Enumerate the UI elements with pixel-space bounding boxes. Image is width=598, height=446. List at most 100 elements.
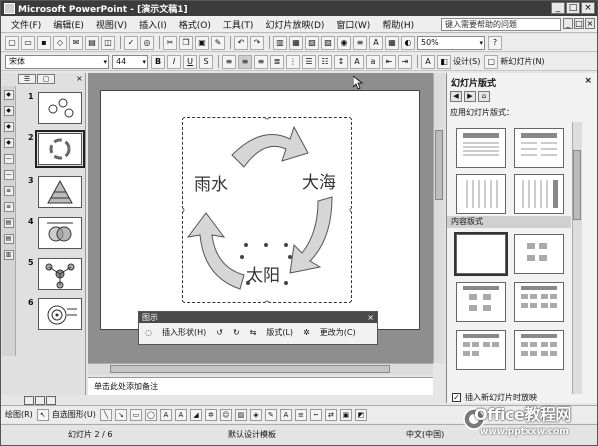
tool-icon[interactable]: ▤ bbox=[3, 234, 14, 244]
maximize-button[interactable]: □ bbox=[566, 2, 580, 14]
print-preview-icon[interactable]: ◫ bbox=[101, 35, 115, 50]
rectangle-icon[interactable]: ▭ bbox=[129, 408, 142, 421]
cut-icon[interactable]: ✂ bbox=[163, 35, 177, 50]
diagram-icon[interactable]: ✲ bbox=[204, 408, 217, 421]
menu-view[interactable]: 视图(V) bbox=[90, 18, 133, 31]
thumbnail-slide-1[interactable]: 1 bbox=[28, 92, 82, 124]
diagram-label-rain[interactable]: 雨水 bbox=[194, 170, 228, 195]
layout-button[interactable]: 版式(L) bbox=[262, 326, 297, 339]
reverse-diagram-icon[interactable]: ⇆ bbox=[246, 327, 261, 338]
format-painter-icon[interactable]: ✎ bbox=[211, 35, 225, 50]
slideshow-view-icon[interactable] bbox=[46, 396, 56, 405]
select-objects-icon[interactable]: ↖ bbox=[36, 408, 49, 421]
copy-icon[interactable]: ❐ bbox=[179, 35, 193, 50]
slides-tab[interactable]: ▢ bbox=[37, 74, 55, 84]
layout-title-and-text[interactable] bbox=[456, 128, 506, 168]
grid-icon[interactable]: ▦ bbox=[385, 35, 399, 50]
fill-color-icon[interactable]: ◈ bbox=[249, 408, 262, 421]
menu-window[interactable]: 窗口(W) bbox=[330, 18, 376, 31]
diagram-toolbar-header[interactable]: 图示 × bbox=[139, 312, 377, 323]
thumbnail-slide-4[interactable]: 4 bbox=[28, 217, 82, 249]
insert-shape-icon[interactable]: ◌ bbox=[141, 327, 156, 338]
vertical-scroll-thumb[interactable] bbox=[435, 130, 443, 200]
font-color-icon[interactable]: A bbox=[279, 408, 292, 421]
menu-tools[interactable]: 工具(T) bbox=[217, 18, 260, 31]
menu-file[interactable]: 文件(F) bbox=[5, 18, 47, 31]
doc-minimize-button[interactable]: _ bbox=[563, 18, 573, 29]
draw-menu-button[interactable]: 绘图(R) bbox=[5, 409, 33, 420]
slide-sorter-icon[interactable] bbox=[35, 396, 45, 405]
expand-all-icon[interactable]: ≡ bbox=[353, 35, 367, 50]
layout-title-four-content[interactable] bbox=[514, 330, 564, 370]
home-icon[interactable]: ⌂ bbox=[478, 91, 490, 102]
underline-button[interactable]: U bbox=[183, 54, 197, 69]
minimize-button[interactable]: _ bbox=[551, 2, 565, 14]
autoformat-icon[interactable]: ✲ bbox=[299, 327, 314, 338]
shadow-button[interactable]: S bbox=[199, 54, 213, 69]
menu-format[interactable]: 格式(O) bbox=[173, 18, 217, 31]
menu-help[interactable]: 帮助(H) bbox=[376, 18, 420, 31]
menu-insert[interactable]: 插入(I) bbox=[133, 18, 173, 31]
diagram-label-sea[interactable]: 大海 bbox=[302, 168, 336, 193]
spelling-icon[interactable]: ✓ bbox=[124, 35, 138, 50]
arrow-icon[interactable]: ↘ bbox=[114, 408, 127, 421]
email-icon[interactable]: ✉ bbox=[69, 35, 83, 50]
menu-edit[interactable]: 编辑(E) bbox=[47, 18, 90, 31]
notes-pane[interactable]: 单击此处添加备注 bbox=[88, 377, 433, 395]
arrow-style-icon[interactable]: ⇄ bbox=[324, 408, 337, 421]
line-icon[interactable]: ╲ bbox=[99, 408, 112, 421]
increase-font-icon[interactable]: A bbox=[350, 54, 364, 69]
doc-restore-button[interactable]: □ bbox=[574, 18, 584, 29]
slide-thumbnail-selected[interactable] bbox=[35, 130, 85, 168]
layout-blank[interactable] bbox=[454, 232, 508, 276]
move-shape-forward-icon[interactable]: ↻ bbox=[229, 327, 244, 338]
slide-thumbnail[interactable] bbox=[38, 298, 82, 330]
tool-icon[interactable]: ▥ bbox=[3, 250, 14, 260]
slide-thumbnail[interactable] bbox=[38, 176, 82, 208]
layout-title-two-content[interactable] bbox=[514, 282, 564, 322]
undo-icon[interactable]: ↶ bbox=[234, 35, 248, 50]
autoshapes-button[interactable]: 自选图形(U) bbox=[52, 409, 96, 420]
layout-vertical-title-text[interactable] bbox=[514, 174, 564, 214]
layout-title-content-2[interactable] bbox=[456, 330, 506, 370]
back-icon[interactable]: ◀ bbox=[450, 91, 462, 102]
font-size-select[interactable]: 44 ▾ bbox=[112, 54, 148, 69]
layout-content[interactable] bbox=[514, 234, 564, 274]
increase-indent-icon[interactable]: ⇥ bbox=[398, 54, 412, 69]
dash-style-icon[interactable]: ┅ bbox=[309, 408, 322, 421]
print-icon[interactable]: ▤ bbox=[85, 35, 99, 50]
insert-table-icon[interactable]: ▦ bbox=[289, 35, 303, 50]
decrease-indent-icon[interactable]: ⇤ bbox=[382, 54, 396, 69]
decrease-font-icon[interactable]: a bbox=[366, 54, 380, 69]
slides-pane-close-icon[interactable]: × bbox=[76, 74, 83, 83]
slide-thumbnail[interactable] bbox=[38, 217, 82, 249]
outline-tab[interactable]: ☰ bbox=[18, 74, 36, 84]
thumbnail-slide-6[interactable]: 6 bbox=[28, 298, 82, 330]
tables-borders-icon[interactable]: ▧ bbox=[305, 35, 319, 50]
numbering-icon[interactable]: ☰ bbox=[302, 54, 316, 69]
layout-title-two-columns[interactable] bbox=[514, 128, 564, 168]
insert-shape-button[interactable]: 插入形状(H) bbox=[158, 326, 210, 339]
font-color-icon[interactable]: A bbox=[421, 54, 435, 69]
show-formatting-icon[interactable]: A bbox=[369, 35, 383, 50]
cycle-arrow-left[interactable] bbox=[186, 212, 245, 290]
align-right-icon[interactable]: ≡ bbox=[254, 54, 268, 69]
new-slide-icon[interactable]: ▢ bbox=[484, 54, 499, 69]
show-on-insert-checkbox[interactable]: ✓ bbox=[452, 393, 461, 402]
clipart-icon[interactable]: ☺ bbox=[219, 408, 232, 421]
new-file-icon[interactable]: ▢ bbox=[5, 35, 19, 50]
insert-picture-icon[interactable]: ▨ bbox=[321, 35, 335, 50]
diagram-toolbar-close-icon[interactable]: × bbox=[367, 312, 374, 323]
line-style-icon[interactable]: ≡ bbox=[294, 408, 307, 421]
redo-icon[interactable]: ↷ bbox=[250, 35, 264, 50]
line-color-icon[interactable]: ✎ bbox=[264, 408, 277, 421]
tool-icon[interactable]: ▤ bbox=[3, 218, 14, 228]
thumbnail-slide-2[interactable]: 2 bbox=[28, 130, 85, 168]
italic-button[interactable]: I bbox=[167, 54, 181, 69]
help-search-input[interactable]: 键入需要帮助的问题 bbox=[441, 18, 561, 31]
permission-icon[interactable]: ◇ bbox=[53, 35, 67, 50]
3d-style-icon[interactable]: ◩ bbox=[354, 408, 367, 421]
slide-thumbnail[interactable] bbox=[38, 92, 82, 124]
diagram-label-sun[interactable]: 太阳 bbox=[246, 261, 280, 286]
bold-button[interactable]: B bbox=[151, 54, 165, 69]
